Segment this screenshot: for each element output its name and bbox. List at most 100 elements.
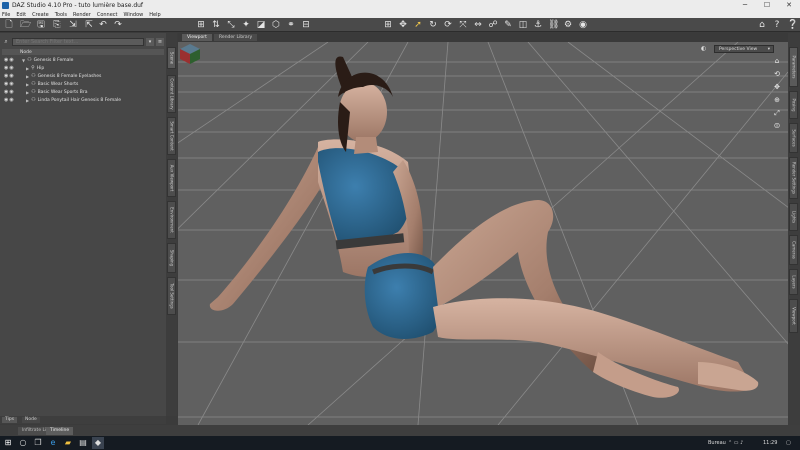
filter-options-button[interactable]: ▾: [146, 37, 154, 46]
visibility-toggles[interactable]: ◉◉: [4, 65, 18, 71]
scene-column-header[interactable]: Node: [2, 49, 164, 55]
bone-icon[interactable]: ⚓: [533, 20, 543, 30]
daz-studio-icon[interactable]: ◆: [92, 437, 104, 449]
menu-render[interactable]: Render: [73, 12, 91, 18]
export-icon[interactable]: ⇱: [84, 20, 94, 30]
tree-node[interactable]: ◉◉ ▶ ⚲ Hip: [2, 64, 164, 72]
pose-icon[interactable]: ☍: [488, 20, 498, 30]
menu-create[interactable]: Create: [32, 12, 49, 18]
clock[interactable]: 11:29: [763, 438, 777, 448]
pane-menu-button[interactable]: ≡: [156, 37, 164, 46]
menu-edit[interactable]: Edit: [16, 12, 26, 18]
zoom-icon[interactable]: ⊕: [772, 95, 782, 105]
side-tab-scene[interactable]: Scene: [167, 47, 176, 69]
expand-arrow-icon[interactable]: ▶: [26, 82, 29, 87]
side-tab-tool-settings[interactable]: Tool Settings: [167, 277, 176, 315]
side-tab-shaping[interactable]: Shaping: [167, 243, 176, 273]
side-tab-content-library[interactable]: Content Library: [167, 75, 176, 113]
region-icon[interactable]: ◫: [518, 20, 528, 30]
side-tab-cameras[interactable]: Cameras: [789, 235, 798, 265]
link-icon[interactable]: ⛓: [548, 20, 559, 30]
file-explorer-icon[interactable]: ▰: [62, 437, 74, 449]
tray-icons[interactable]: ⌃ ▭ ♪: [728, 438, 743, 448]
side-tab-render-settings[interactable]: Render Settings: [789, 157, 798, 199]
dolly-icon[interactable]: ⤢: [772, 108, 782, 118]
notifications-icon[interactable]: ▢: [786, 438, 791, 448]
frame-icon[interactable]: ⌂: [772, 56, 782, 66]
move-icon[interactable]: ✥: [398, 20, 408, 30]
import-icon[interactable]: ⇲: [68, 20, 78, 30]
side-tab-lights[interactable]: Lights: [789, 203, 798, 231]
search-icon[interactable]: ○: [17, 437, 29, 449]
side-tab-parameters[interactable]: Parameters: [789, 47, 798, 87]
geometry-icon[interactable]: ⬡: [271, 20, 281, 30]
minimize-button[interactable]: ─: [734, 0, 756, 11]
menu-window[interactable]: Window: [124, 12, 144, 18]
menu-tools[interactable]: Tools: [55, 12, 67, 18]
tray-label[interactable]: Bureau: [708, 438, 726, 448]
side-tab-layers[interactable]: Layers: [789, 269, 798, 295]
expand-arrow-icon[interactable]: ▶: [26, 98, 29, 103]
visibility-toggles[interactable]: ◉◉: [4, 73, 18, 79]
reset-icon[interactable]: ⏼: [772, 121, 782, 131]
tab-timeline[interactable]: Timeline: [46, 427, 74, 435]
view-selector-dropdown[interactable]: Perspective View ▾: [714, 45, 774, 53]
help-icon[interactable]: ?: [772, 20, 782, 30]
home-icon[interactable]: ⌂: [757, 20, 767, 30]
visibility-toggles[interactable]: ◉◉: [4, 97, 18, 103]
tab-tips[interactable]: Tips: [2, 417, 18, 423]
menu-file[interactable]: File: [2, 12, 10, 18]
camera-icon[interactable]: ⊞: [383, 20, 393, 30]
menu-help[interactable]: Help: [149, 12, 160, 18]
scene-icon[interactable]: ⊞: [196, 20, 206, 30]
view-cube[interactable]: [178, 42, 202, 66]
tab-render-library[interactable]: Render Library: [214, 34, 258, 41]
3d-viewport[interactable]: ◐ Perspective View ▾ ⌂ ⟲ ✥ ⊕ ⤢ ⏼: [178, 42, 788, 425]
align-icon[interactable]: ⇅: [211, 20, 221, 30]
maximize-button[interactable]: ☐: [756, 0, 778, 11]
save-icon[interactable]: 🖫: [36, 20, 46, 30]
task-view-icon[interactable]: ❐: [32, 437, 44, 449]
side-tab-viewport[interactable]: Viewport: [789, 299, 798, 333]
expand-arrow-icon[interactable]: ▶: [26, 90, 29, 95]
expand-arrow-icon[interactable]: ▶: [26, 74, 29, 79]
expand-arrow-icon[interactable]: ▼: [22, 58, 25, 63]
visibility-toggles[interactable]: ◉◉: [4, 89, 18, 95]
tab-node[interactable]: Node: [22, 417, 40, 423]
side-tab-surfaces[interactable]: Surfaces: [789, 123, 798, 153]
node-icon[interactable]: ✦: [241, 20, 251, 30]
scene-search-input[interactable]: [12, 37, 144, 46]
surface-selection-icon[interactable]: ✎: [503, 20, 513, 30]
visibility-toggles[interactable]: ◉◉: [4, 57, 18, 63]
tree-node[interactable]: ◉◉ ▶ ⚇ Basic Wear Shorts: [2, 80, 164, 88]
close-button[interactable]: ✕: [778, 0, 800, 11]
tree-node[interactable]: ◉◉ ▶ ⚇ Basic Wear Sports Bra: [2, 88, 164, 96]
joint-icon[interactable]: ⚭: [286, 20, 296, 30]
question-icon[interactable]: ❔: [787, 20, 798, 30]
open-icon[interactable]: 🗁: [20, 20, 31, 30]
scale-icon[interactable]: ⇔: [473, 20, 483, 30]
tree-node[interactable]: ◉◉ ▼ ⚇ Genesis 8 Female: [2, 56, 164, 64]
tab-viewport[interactable]: Viewport: [182, 34, 212, 41]
camera-options-icon[interactable]: ◐: [701, 45, 710, 53]
menu-connect[interactable]: Connect: [97, 12, 118, 18]
pan-icon[interactable]: ✥: [772, 82, 782, 92]
edge-icon[interactable]: e: [47, 437, 59, 449]
new-icon[interactable]: 🗋: [4, 20, 14, 30]
ruler-icon[interactable]: ⊟: [301, 20, 311, 30]
store-icon[interactable]: ▤: [77, 437, 89, 449]
rotate-icon[interactable]: ↻: [428, 20, 438, 30]
side-tab-smart-content[interactable]: Smart Content: [167, 117, 176, 155]
surface-icon[interactable]: ◪: [256, 20, 266, 30]
tree-node[interactable]: ◉◉ ▶ ⚇ Linda Ponytail Hair Genesis 8 Fem…: [2, 96, 164, 104]
undo-icon[interactable]: ↶: [98, 20, 108, 30]
render-settings-icon[interactable]: ⚙: [563, 20, 573, 30]
translate-icon[interactable]: ⤧: [458, 20, 468, 30]
redo-icon[interactable]: ↷: [113, 20, 123, 30]
side-tab-environment[interactable]: Environment: [167, 201, 176, 239]
orbit-icon[interactable]: ⟲: [772, 69, 782, 79]
save-as-icon[interactable]: ⎘: [52, 20, 62, 30]
side-tab-posing[interactable]: Posing: [789, 91, 798, 119]
select-icon[interactable]: ➚: [413, 20, 423, 30]
transform-icon[interactable]: ⤡: [226, 20, 236, 30]
